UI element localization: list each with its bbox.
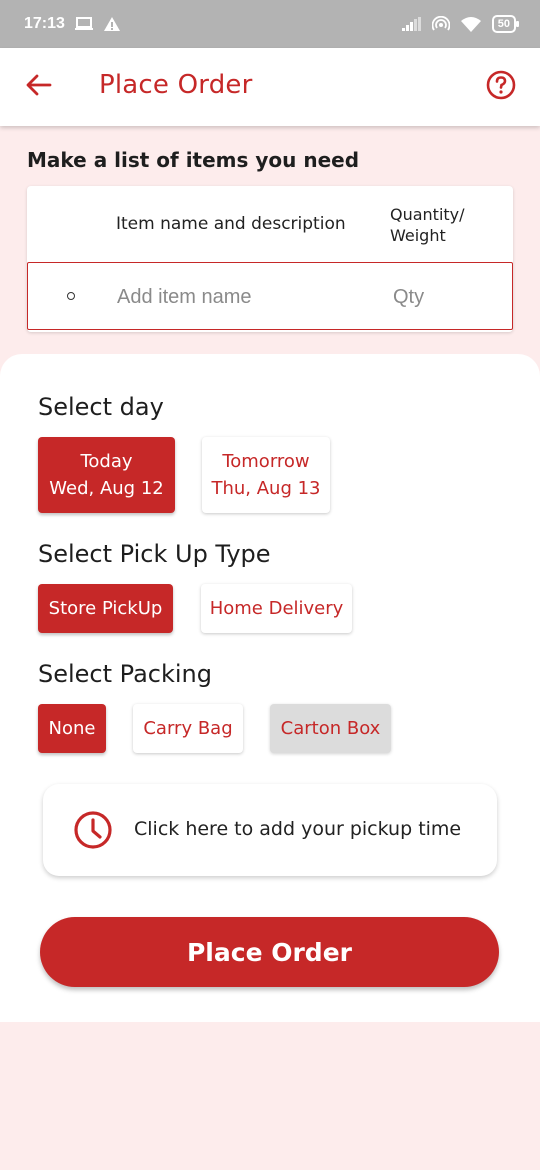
column-header-item-name: Item name and description (116, 214, 346, 234)
day-option-tomorrow[interactable]: Tomorrow Thu, Aug 13 (202, 437, 330, 513)
back-button[interactable] (20, 68, 58, 106)
pickup-time-label: Click here to add your pickup time (134, 818, 462, 840)
clock-icon (73, 810, 113, 850)
pickup-type-title: Select Pick Up Type (38, 540, 271, 568)
day-option-label: Tomorrow (222, 451, 310, 472)
pickup-option-store[interactable]: Store PickUp (38, 584, 173, 633)
status-time: 17:13 (24, 15, 65, 32)
bullet-icon (67, 292, 75, 300)
packing-option-label: Carry Bag (143, 718, 233, 739)
pickup-option-home-delivery[interactable]: Home Delivery (201, 584, 352, 633)
wifi-icon (460, 16, 482, 32)
page-title: Place Order (99, 70, 253, 100)
help-button[interactable] (484, 70, 518, 104)
battery-icon: 50 (491, 15, 520, 33)
packing-option-none[interactable]: None (38, 704, 106, 753)
packing-option-label: Carton Box (280, 718, 381, 739)
arrow-left-icon (26, 74, 52, 101)
day-option-date: Thu, Aug 13 (211, 478, 321, 499)
select-day-title: Select day (38, 393, 164, 421)
hotspot-icon (431, 16, 450, 32)
item-name-input[interactable] (117, 280, 367, 314)
packing-option-carry-bag[interactable]: Carry Bag (133, 704, 243, 753)
status-bar: 17:13 50 (0, 0, 540, 48)
app-bar: Place Order (0, 48, 540, 126)
signal-icon (401, 17, 422, 31)
day-option-date: Wed, Aug 12 (49, 478, 164, 499)
day-option-today[interactable]: Today Wed, Aug 12 (38, 437, 175, 513)
packing-option-carton-box[interactable]: Carton Box (270, 704, 391, 753)
packing-option-label: None (48, 718, 96, 739)
warning-icon (103, 16, 121, 32)
item-qty-input[interactable] (393, 280, 483, 314)
help-circle-icon (486, 70, 516, 105)
column-header-quantity: Quantity/ Weight (390, 205, 465, 245)
items-heading: Make a list of items you need (27, 148, 360, 172)
pickup-time-button[interactable]: Click here to add your pickup time (43, 784, 497, 876)
screen-cast-icon (74, 17, 93, 31)
items-table: Item name and description Quantity/ Weig… (27, 186, 513, 332)
pickup-option-label: Home Delivery (209, 598, 344, 619)
packing-title: Select Packing (38, 660, 212, 688)
item-row (27, 262, 513, 330)
pickup-option-label: Store PickUp (48, 598, 163, 619)
place-order-button[interactable]: Place Order (40, 917, 499, 987)
day-option-label: Today (80, 451, 133, 472)
